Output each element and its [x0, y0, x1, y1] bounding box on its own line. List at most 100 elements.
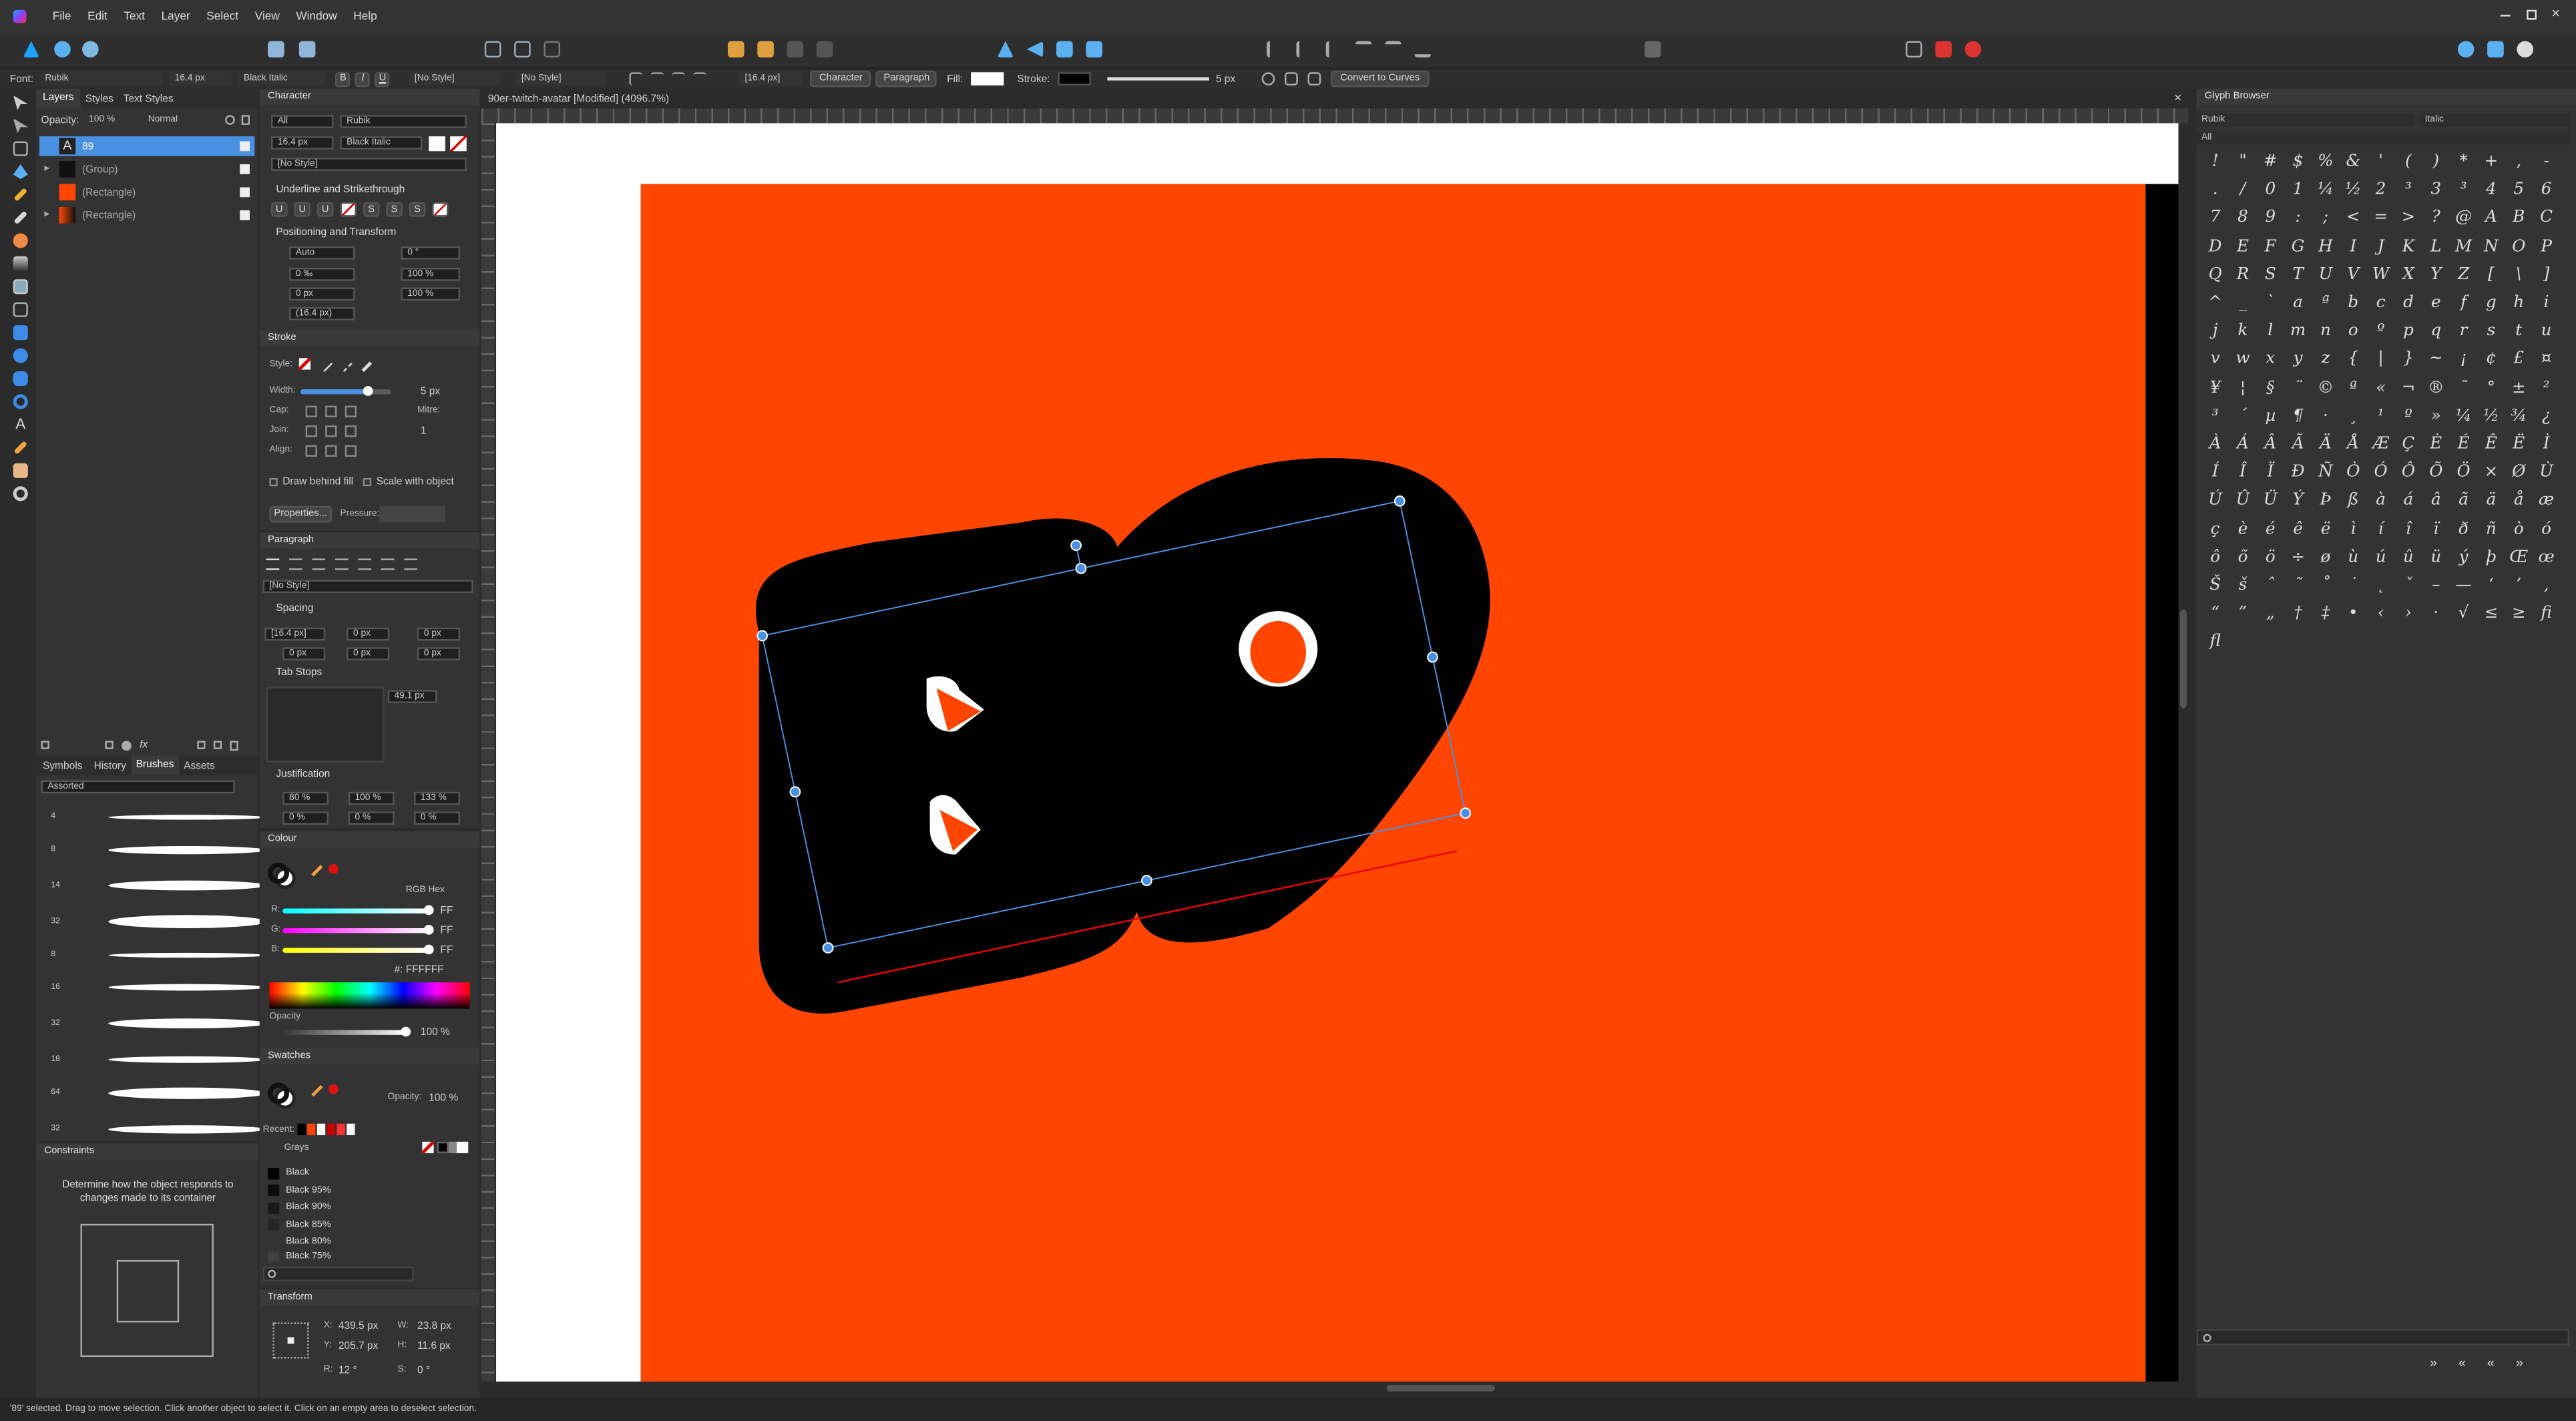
rotate-right-icon[interactable]	[1086, 41, 1102, 58]
menu-window[interactable]: Window	[296, 11, 337, 22]
glyph-cell[interactable]: ﬂ	[2201, 628, 2229, 656]
snap-guides-icon[interactable]	[544, 41, 561, 58]
glyph-cell[interactable]: %	[2312, 148, 2339, 176]
glyph-cell[interactable]: =	[2367, 204, 2394, 232]
glyph-cell[interactable]: T	[2284, 261, 2312, 289]
node-tool-icon[interactable]	[13, 118, 28, 134]
shear-value[interactable]: 0 °	[417, 1365, 430, 1376]
crop-tool-icon[interactable]	[13, 302, 28, 317]
glyph-cell[interactable]: º	[2367, 317, 2394, 345]
glyph-font-select[interactable]: Rubik	[2196, 113, 2415, 127]
glyph-cell[interactable]: ·	[2312, 402, 2339, 430]
x-value[interactable]: 439.5 px	[339, 1321, 378, 1332]
glyph-cell[interactable]: ˜	[2284, 572, 2312, 600]
glyph-cell[interactable]: h	[2505, 289, 2533, 317]
glyph-cell[interactable]: d	[2394, 289, 2422, 317]
glyph-cell[interactable]: i	[2533, 289, 2560, 317]
glyph-cell[interactable]: ®	[2422, 374, 2450, 402]
glyph-cell[interactable]: ó	[2533, 515, 2560, 543]
baseline-grid-icon[interactable]	[1307, 72, 1321, 85]
glyph-cell[interactable]: w	[2229, 345, 2256, 373]
stroke-properties-button[interactable]: Properties...	[269, 505, 333, 523]
glyph-cell[interactable]: u	[2533, 317, 2560, 345]
paragraph-panel-button[interactable]: Paragraph	[876, 70, 937, 87]
glyph-cell[interactable]: ÷	[2284, 543, 2312, 571]
stroke-width-value[interactable]: 5 px	[421, 386, 440, 397]
brush-stroke-preview[interactable]	[108, 984, 266, 991]
glyph-cell[interactable]: )	[2422, 148, 2450, 176]
brush-stroke-preview[interactable]	[108, 1086, 266, 1098]
glyph-cell[interactable]: Ï	[2257, 459, 2284, 487]
colour-stroke-circle[interactable]	[268, 862, 290, 884]
glyph-cell[interactable]: å	[2505, 487, 2533, 515]
horizontal-scrollbar[interactable]	[496, 1381, 2179, 1395]
glyph-cell[interactable]: «	[2367, 374, 2394, 402]
glyph-cell[interactable]: í	[2367, 515, 2394, 543]
word-spacing-desired-field[interactable]: 100 %	[348, 791, 395, 805]
recent-swatch[interactable]	[297, 1123, 306, 1135]
tab-width-field[interactable]: 49.1 px	[387, 690, 437, 703]
glyph-cell[interactable]: ˇ	[2394, 572, 2422, 600]
text-stroke-swatch[interactable]	[450, 136, 467, 152]
brush-stroke-preview[interactable]	[108, 915, 266, 928]
glyph-cell[interactable]: D	[2201, 232, 2229, 260]
palette-select[interactable]: Grays	[279, 1141, 387, 1155]
glyph-cell[interactable]: ý	[2450, 543, 2477, 571]
glyph-cell[interactable]: l	[2257, 317, 2284, 345]
glyph-cell[interactable]: ¡	[2450, 345, 2477, 373]
underline-section-title[interactable]: Underline and Strikethrough	[276, 184, 405, 196]
glyph-cell[interactable]: î	[2394, 515, 2422, 543]
underline-single-button[interactable]: U	[270, 202, 288, 217]
glyph-cell[interactable]: 4	[2477, 176, 2505, 204]
indent-left-field[interactable]: 0 px	[282, 647, 326, 660]
fill-tool-icon[interactable]	[13, 233, 28, 248]
swatch-black[interactable]	[437, 1141, 449, 1154]
glyph-cell[interactable]: œ	[2533, 543, 2560, 571]
constraints-diagram[interactable]	[80, 1223, 214, 1358]
arrange-forward-icon[interactable]	[787, 41, 804, 58]
recent-swatch[interactable]	[327, 1123, 335, 1135]
swatch-item[interactable]: Black	[263, 1165, 460, 1182]
glyph-cell[interactable]: Z	[2450, 261, 2477, 289]
glyph-cell[interactable]: ·	[2422, 600, 2450, 628]
glyph-cell[interactable]: O	[2505, 232, 2533, 260]
tab-history[interactable]: History	[89, 760, 131, 771]
glyph-next-page-icon[interactable]: »	[2430, 1356, 2437, 1370]
glyph-cell[interactable]: 5	[2505, 176, 2533, 204]
swatch-opacity-value[interactable]: 100 %	[429, 1092, 458, 1104]
align-middle-icon[interactable]	[1385, 41, 1402, 58]
close-document-icon[interactable]: ×	[2174, 90, 2181, 105]
glyph-cell[interactable]: Œ	[2505, 543, 2533, 571]
positioning-section-title[interactable]: Positioning and Transform	[276, 226, 396, 238]
brush-stroke-preview[interactable]	[108, 952, 266, 958]
swatch-item[interactable]: Black 95%	[263, 1182, 460, 1199]
flip-horizontal-icon[interactable]	[997, 41, 1014, 58]
glyph-cell[interactable]: 1	[2284, 176, 2312, 204]
assistant-icon[interactable]	[2457, 41, 2475, 58]
glyph-cell[interactable]: ¤	[2533, 345, 2560, 373]
vector-brush-tool-icon[interactable]	[13, 210, 28, 225]
glyph-cell[interactable]: 0	[2257, 176, 2284, 204]
artistic-text-tool-icon[interactable]: A	[13, 417, 28, 432]
justify-text-icon[interactable]	[694, 72, 707, 85]
glyph-cell[interactable]: >	[2394, 204, 2422, 232]
glyph-cell[interactable]: Ä	[2312, 430, 2339, 458]
menu-text[interactable]: Text	[124, 11, 145, 22]
space-before-field[interactable]: 0 px	[347, 627, 390, 641]
draw-behind-row[interactable]: Draw behind fill Scale with object	[269, 476, 454, 488]
brush-stroke-preview[interactable]	[108, 813, 266, 819]
glyph-cell[interactable]: B	[2505, 204, 2533, 232]
glyph-cell[interactable]: /	[2229, 176, 2256, 204]
eyedropper-icon[interactable]	[311, 865, 323, 877]
glyph-cell[interactable]: ³	[2394, 176, 2422, 204]
glyph-cell[interactable]: 6	[2533, 176, 2560, 204]
glyph-cell[interactable]: '	[2367, 148, 2394, 176]
glyph-cell[interactable]: ç	[2201, 515, 2229, 543]
glyph-cell[interactable]: ³	[2201, 402, 2229, 430]
glyph-cell[interactable]: À	[2201, 430, 2229, 458]
pressure-graph[interactable]	[379, 505, 445, 523]
glyph-cell[interactable]: [	[2477, 261, 2505, 289]
recent-swatch[interactable]	[307, 1123, 316, 1135]
glyph-cell[interactable]: µ	[2257, 402, 2284, 430]
blue-slider[interactable]	[282, 944, 434, 955]
